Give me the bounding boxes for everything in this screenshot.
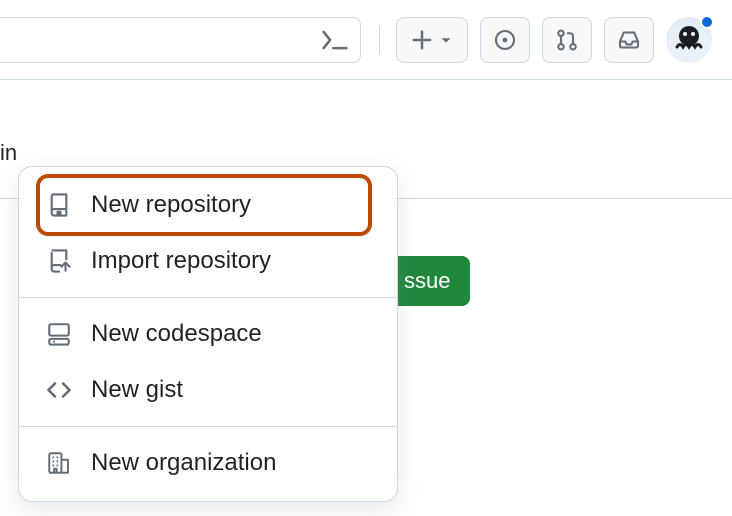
issue-opened-icon [493,28,517,52]
notifications-button[interactable] [604,17,654,63]
user-menu[interactable] [666,17,712,63]
search-field-stub[interactable] [0,17,361,63]
menu-item-label: New codespace [91,320,262,348]
page-body: in ssue New repository [0,80,732,516]
create-new-menu: New repository Import repository [18,166,398,502]
git-pull-request-icon [555,28,579,52]
menu-item-label: New repository [91,191,251,219]
codespace-icon [45,320,73,348]
menu-item-new-codespace[interactable]: New codespace [19,306,397,362]
menu-item-label: Import repository [91,247,271,275]
notification-indicator [700,15,714,29]
issues-button[interactable] [480,17,530,63]
menu-item-new-gist[interactable]: New gist [19,362,397,418]
menu-item-import-repository[interactable]: Import repository [19,233,397,289]
divider [379,26,380,54]
top-bar [0,0,732,80]
code-icon [45,376,73,404]
inbox-icon [617,28,641,52]
repo-import-icon [45,247,73,275]
text-fragment: in [0,140,17,166]
menu-item-label: New gist [91,376,183,404]
command-palette-icon[interactable] [322,27,348,53]
menu-item-new-repository[interactable]: New repository [19,177,397,233]
menu-item-new-organization[interactable]: New organization [19,435,397,491]
plus-icon [411,29,433,51]
repo-icon [45,191,73,219]
menu-item-label: New organization [91,449,276,477]
create-new-button[interactable] [396,17,468,63]
chevron-down-icon [439,33,453,47]
menu-separator [19,426,397,427]
pull-requests-button[interactable] [542,17,592,63]
organization-icon [45,449,73,477]
menu-separator [19,297,397,298]
